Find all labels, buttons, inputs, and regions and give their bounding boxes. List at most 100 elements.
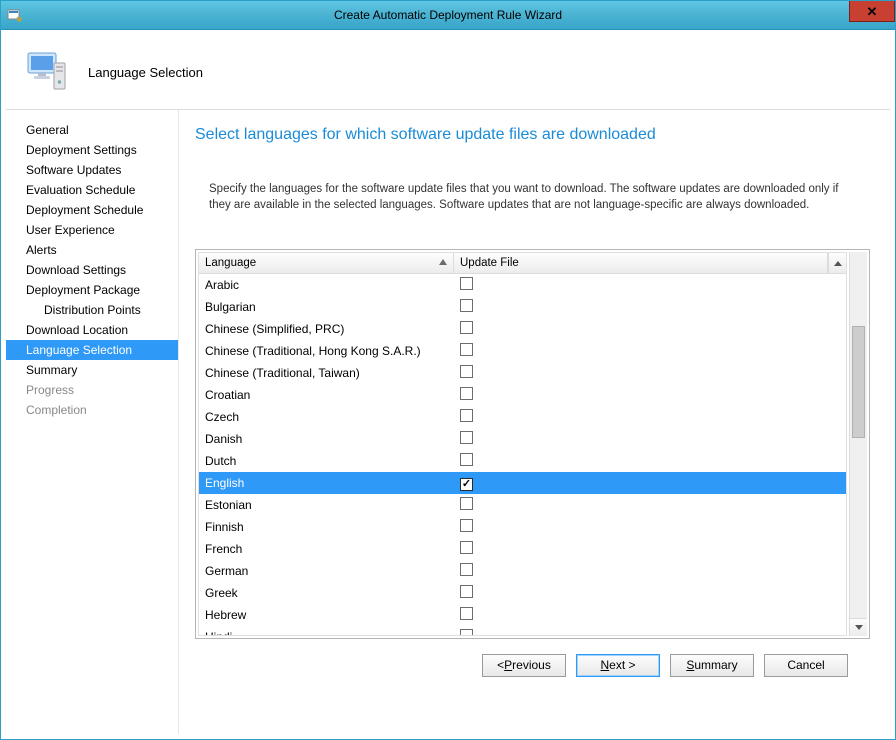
update-file-checkbox[interactable]: [460, 277, 473, 290]
language-name: Danish: [199, 432, 454, 446]
language-name: Hindi: [199, 630, 454, 635]
language-grid: Language Update File Arabic Bulgarian Chin…: [195, 249, 870, 639]
sidebar-item-alerts[interactable]: Alerts: [6, 240, 178, 260]
update-file-checkbox[interactable]: [460, 321, 473, 334]
update-file-checkbox[interactable]: [460, 541, 473, 554]
update-file-checkbox[interactable]: [460, 343, 473, 356]
sidebar-item-software-updates[interactable]: Software Updates: [6, 160, 178, 180]
update-file-checkbox[interactable]: [460, 607, 473, 620]
language-row[interactable]: Danish: [199, 428, 846, 450]
app-icon: [7, 7, 23, 23]
language-name: Chinese (Simplified, PRC): [199, 322, 454, 336]
sidebar-item-download-settings[interactable]: Download Settings: [6, 260, 178, 280]
update-file-cell: [454, 629, 846, 635]
column-header-update-file-label: Update File: [460, 257, 519, 269]
vertical-scrollbar[interactable]: [849, 252, 867, 636]
language-row[interactable]: Bulgarian: [199, 296, 846, 318]
language-row[interactable]: Croatian: [199, 384, 846, 406]
column-header-language-label: Language: [205, 257, 256, 269]
wizard-header: Language Selection: [6, 35, 890, 110]
window-title: Create Automatic Deployment Rule Wizard: [1, 8, 895, 22]
sidebar-item-progress: Progress: [6, 380, 178, 400]
sidebar-item-distribution-points[interactable]: Distribution Points: [6, 300, 178, 320]
page-title: Select languages for which software upda…: [195, 126, 870, 144]
language-row[interactable]: German: [199, 560, 846, 582]
update-file-cell: [454, 541, 846, 557]
sidebar-item-deployment-settings[interactable]: Deployment Settings: [6, 140, 178, 160]
language-row[interactable]: Dutch: [199, 450, 846, 472]
close-button[interactable]: ✕: [849, 1, 895, 22]
update-file-checkbox[interactable]: [460, 585, 473, 598]
language-name: Czech: [199, 410, 454, 424]
sidebar: GeneralDeployment SettingsSoftware Updat…: [6, 110, 179, 734]
update-file-cell: [454, 299, 846, 315]
language-name: Arabic: [199, 278, 454, 292]
language-name: Croatian: [199, 388, 454, 402]
cancel-button[interactable]: Cancel: [764, 654, 848, 677]
chevron-down-icon: [855, 625, 863, 630]
update-file-checkbox[interactable]: [460, 478, 473, 491]
language-row[interactable]: French: [199, 538, 846, 560]
language-row[interactable]: Arabic: [199, 274, 846, 296]
sidebar-item-evaluation-schedule[interactable]: Evaluation Schedule: [6, 180, 178, 200]
close-icon: ✕: [867, 5, 878, 18]
language-name: French: [199, 542, 454, 556]
sidebar-item-deployment-package[interactable]: Deployment Package: [6, 280, 178, 300]
sidebar-item-general[interactable]: General: [6, 120, 178, 140]
language-row[interactable]: Greek: [199, 582, 846, 604]
language-name: Hebrew: [199, 608, 454, 622]
update-file-checkbox[interactable]: [460, 453, 473, 466]
language-name: German: [199, 564, 454, 578]
sidebar-item-download-location[interactable]: Download Location: [6, 320, 178, 340]
wizard-window: Create Automatic Deployment Rule Wizard …: [0, 0, 896, 740]
chevron-up-icon: [834, 261, 842, 266]
next-button[interactable]: Next >: [576, 654, 660, 677]
sidebar-item-user-experience[interactable]: User Experience: [6, 220, 178, 240]
update-file-cell: [454, 343, 846, 359]
language-row[interactable]: Finnish: [199, 516, 846, 538]
column-header-language[interactable]: Language: [199, 253, 454, 273]
update-file-cell: [454, 607, 846, 623]
language-row[interactable]: English: [199, 472, 846, 494]
sidebar-item-summary[interactable]: Summary: [6, 360, 178, 380]
update-file-checkbox[interactable]: [460, 365, 473, 378]
update-file-checkbox[interactable]: [460, 431, 473, 444]
scroll-up-button[interactable]: [828, 253, 846, 273]
wizard-inner: Language Selection GeneralDeployment Set…: [5, 34, 891, 735]
scroll-down-button[interactable]: [850, 618, 867, 636]
sidebar-item-deployment-schedule[interactable]: Deployment Schedule: [6, 200, 178, 220]
update-file-cell: [454, 497, 846, 513]
wizard-body: GeneralDeployment SettingsSoftware Updat…: [6, 110, 890, 734]
titlebar: Create Automatic Deployment Rule Wizard …: [1, 1, 895, 30]
previous-button[interactable]: < Previous: [482, 654, 566, 677]
language-name: Dutch: [199, 454, 454, 468]
update-file-checkbox[interactable]: [460, 629, 473, 635]
sidebar-item-language-selection[interactable]: Language Selection: [6, 340, 178, 360]
language-row[interactable]: Estonian: [199, 494, 846, 516]
update-file-cell: [454, 453, 846, 469]
language-row[interactable]: Hebrew: [199, 604, 846, 626]
wizard-header-label: Language Selection: [88, 65, 203, 80]
summary-button[interactable]: Summary: [670, 654, 754, 677]
wizard-footer: < Previous Next > Summary Cancel: [195, 639, 870, 691]
update-file-checkbox[interactable]: [460, 387, 473, 400]
update-file-cell: [454, 563, 846, 579]
grid-rows[interactable]: Arabic Bulgarian Chinese (Simplified, PRC)…: [199, 274, 846, 635]
main-panel: Select languages for which software upda…: [179, 110, 890, 734]
update-file-checkbox[interactable]: [460, 409, 473, 422]
language-row[interactable]: Chinese (Simplified, PRC): [199, 318, 846, 340]
language-row[interactable]: Chinese (Traditional, Hong Kong S.A.R.): [199, 340, 846, 362]
update-file-cell: [454, 365, 846, 381]
language-row[interactable]: Czech: [199, 406, 846, 428]
language-row[interactable]: Hindi: [199, 626, 846, 635]
language-row[interactable]: Chinese (Traditional, Taiwan): [199, 362, 846, 384]
update-file-checkbox[interactable]: [460, 497, 473, 510]
column-header-update-file[interactable]: Update File: [454, 253, 828, 273]
update-file-checkbox[interactable]: [460, 519, 473, 532]
cancel-button-label: Cancel: [787, 658, 824, 672]
language-name: Finnish: [199, 520, 454, 534]
update-file-checkbox[interactable]: [460, 299, 473, 312]
update-file-cell: [454, 476, 846, 491]
scrollbar-thumb[interactable]: [852, 326, 865, 438]
update-file-checkbox[interactable]: [460, 563, 473, 576]
